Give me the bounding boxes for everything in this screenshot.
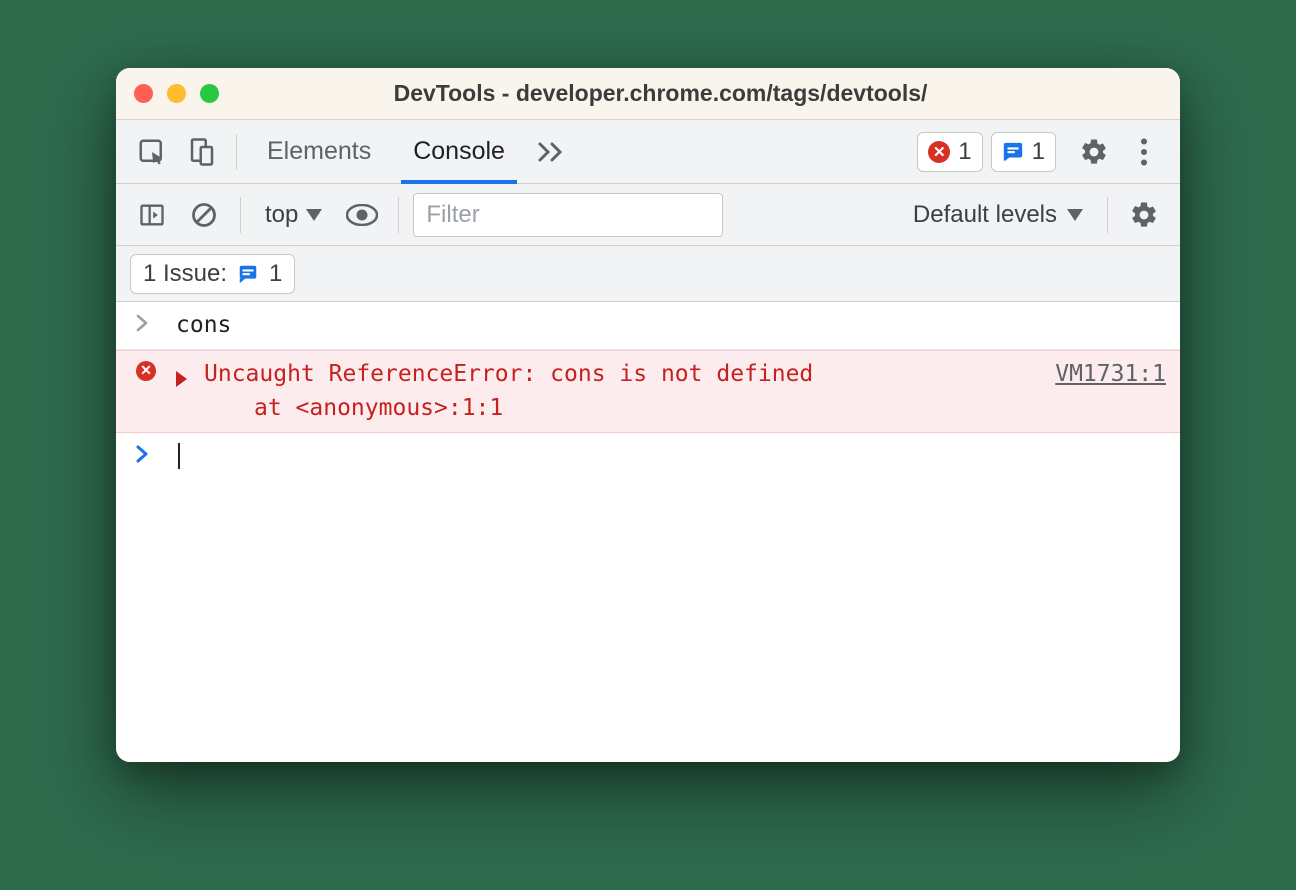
divider [240,197,241,233]
devtools-window: DevTools - developer.chrome.com/tags/dev… [116,68,1180,762]
divider [1107,197,1108,233]
log-level-label: Default levels [913,201,1057,229]
input-marker [136,308,176,334]
tab-elements-label: Elements [267,137,371,166]
clear-console-icon[interactable] [182,193,226,237]
console-prompt-row[interactable] [116,433,1180,480]
maximize-window-button[interactable] [200,84,219,103]
error-message: Uncaught ReferenceError: cons is not def… [204,357,1037,426]
chevron-down-icon [306,209,322,221]
issues-chip[interactable]: 1 Issue: 1 [130,254,295,294]
toggle-sidebar-icon[interactable] [130,193,174,237]
console-toolbar: top Default levels [116,184,1180,246]
expand-toggle[interactable] [176,357,204,387]
close-window-button[interactable] [134,84,153,103]
settings-icon[interactable] [1072,130,1116,174]
issues-chip-label: 1 Issue: [143,260,227,288]
issue-icon [1002,141,1024,163]
console-error-row: ✕ Uncaught ReferenceError: cons is not d… [116,350,1180,433]
context-label: top [265,201,298,229]
divider [398,197,399,233]
prompt-marker [136,439,176,465]
triangle-right-icon [176,371,187,387]
error-icon: ✕ [928,141,950,163]
main-toolbar: Elements Console ✕ 1 [116,120,1180,184]
divider [236,134,237,170]
error-source-link[interactable]: VM1731:1 [1055,357,1166,392]
titlebar: DevTools - developer.chrome.com/tags/dev… [116,68,1180,120]
error-line-1: Uncaught ReferenceError: cons is not def… [204,357,1037,392]
error-row-icon: ✕ [136,357,176,381]
live-expression-icon[interactable] [340,193,384,237]
issue-icon [237,263,259,285]
more-tabs-icon[interactable] [529,130,573,174]
filter-input[interactable] [413,193,723,237]
issues-bar: 1 Issue: 1 [116,246,1180,302]
console-output: cons ✕ Uncaught ReferenceError: cons is … [116,302,1180,762]
console-command-text: cons [176,308,231,343]
console-command-row: cons [116,302,1180,350]
minimize-window-button[interactable] [167,84,186,103]
errors-count: 1 [958,138,971,166]
log-level-selector[interactable]: Default levels [903,201,1093,229]
prompt-caret [176,439,180,474]
tab-console[interactable]: Console [395,120,523,184]
errors-badge[interactable]: ✕ 1 [917,132,982,172]
status-badges: ✕ 1 1 [917,132,1056,172]
tab-elements[interactable]: Elements [249,120,389,184]
error-line-2: at <anonymous>:1:1 [204,391,1037,426]
chevron-down-icon [1067,209,1083,221]
inspect-element-icon[interactable] [130,130,174,174]
device-toggle-icon[interactable] [180,130,224,174]
issues-count: 1 [1032,138,1045,166]
window-controls [134,84,219,103]
issues-chip-count: 1 [269,260,282,288]
kebab-menu-icon[interactable] [1122,130,1166,174]
context-selector[interactable]: top [255,195,332,235]
tab-console-label: Console [413,137,505,166]
console-settings-icon[interactable] [1122,193,1166,237]
issues-badge[interactable]: 1 [991,132,1056,172]
error-icon: ✕ [136,361,156,381]
window-title: DevTools - developer.chrome.com/tags/dev… [239,80,1082,107]
